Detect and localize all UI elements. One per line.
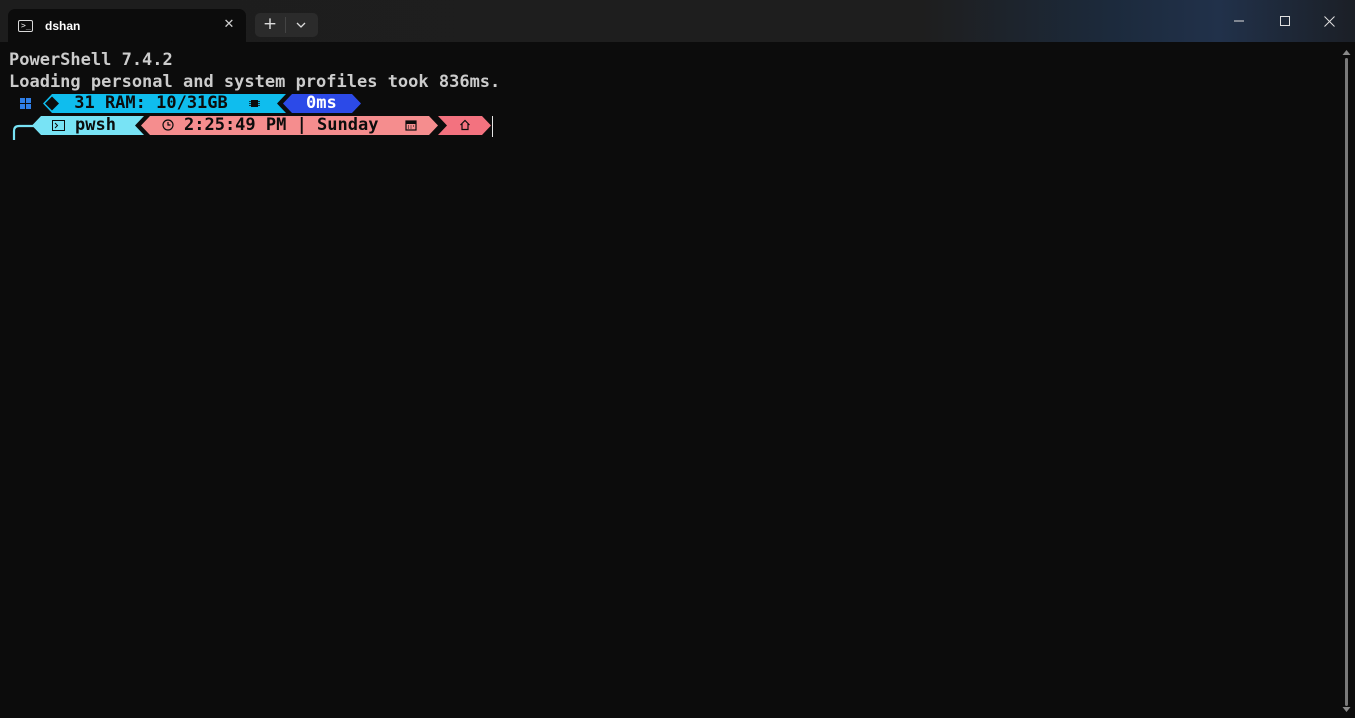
new-tab-group: + [255, 13, 318, 37]
scrollbar[interactable] [1338, 42, 1355, 718]
new-tab-button[interactable]: + [255, 13, 285, 37]
terminal-icon [52, 120, 65, 131]
minimize-button[interactable] [1216, 0, 1262, 42]
tab-title: dshan [45, 18, 81, 33]
minimize-icon [1234, 20, 1244, 22]
chevron-down-icon [296, 22, 306, 28]
ram-usage-text: 31 RAM: 10/31GB [64, 93, 228, 113]
terminal-window: >_ dshan ✕ + PowerShell 7.4.2 Loading pe… [0, 0, 1355, 718]
ram-segment: 31 RAM: 10/31GB [41, 94, 286, 113]
home-segment [438, 116, 491, 135]
time-segment: 2:25:49 PM | Sunday [141, 116, 438, 135]
time-date-text: 2:25:49 PM | Sunday [184, 115, 379, 135]
text-cursor [492, 116, 493, 137]
home-icon [460, 119, 470, 131]
shell-name-text: pwsh [75, 115, 116, 135]
execution-time-segment: 0ms [283, 94, 361, 113]
output-line: Loading personal and system profiles too… [9, 72, 501, 92]
tab-dshan[interactable]: >_ dshan ✕ [8, 9, 246, 42]
clock-icon [162, 119, 174, 131]
close-icon[interactable]: ✕ [220, 16, 238, 34]
new-tab-dropdown-button[interactable] [286, 13, 316, 37]
maximize-icon [1280, 16, 1290, 26]
scroll-down-icon[interactable] [1342, 705, 1351, 714]
maximize-button[interactable] [1262, 0, 1308, 42]
powershell-icon: >_ [18, 19, 33, 32]
title-bar: >_ dshan ✕ + [0, 0, 1355, 42]
close-icon [1323, 15, 1335, 27]
shell-segment: pwsh [32, 116, 144, 135]
execution-time-text: 0ms [306, 93, 337, 113]
calendar-icon [405, 120, 417, 131]
close-window-button[interactable] [1306, 0, 1352, 42]
terminal-output[interactable]: PowerShell 7.4.2 Loading personal and sy… [0, 42, 1338, 718]
scroll-up-icon[interactable] [1342, 48, 1351, 57]
output-line: PowerShell 7.4.2 [9, 50, 173, 70]
chip-icon [249, 100, 260, 107]
windows-logo-icon [19, 94, 33, 113]
scroll-thumb[interactable] [1345, 58, 1348, 706]
